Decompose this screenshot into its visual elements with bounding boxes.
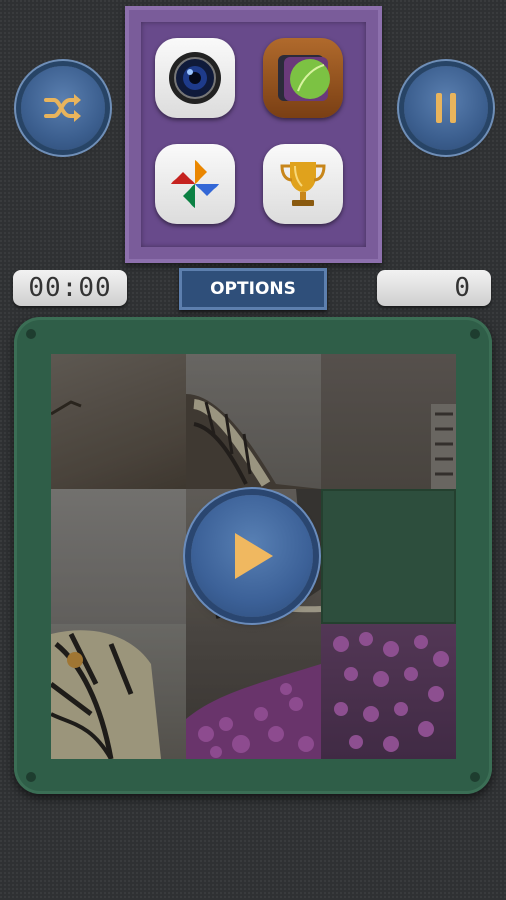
frame-bolt — [26, 772, 36, 782]
gallery-app-button[interactable] — [263, 38, 343, 118]
play-icon — [235, 533, 273, 579]
camera-app-button[interactable] — [155, 38, 235, 118]
shuffle-icon — [44, 94, 81, 122]
timer-display: 00:00 — [13, 270, 127, 306]
puzzle-tile[interactable] — [186, 354, 321, 489]
frame-bolt — [470, 772, 480, 782]
puzzle-tile[interactable] — [321, 624, 456, 759]
trophy-icon — [280, 162, 326, 206]
puzzle-tile[interactable] — [186, 624, 321, 759]
play-button[interactable] — [191, 495, 313, 617]
puzzle-tile[interactable] — [51, 489, 186, 624]
photos-app-button[interactable] — [155, 144, 235, 224]
app-menu-inner — [141, 22, 366, 247]
trophy-app-button[interactable] — [263, 144, 343, 224]
pause-icon — [436, 93, 456, 123]
frame-bolt — [26, 329, 36, 339]
puzzle-tile[interactable] — [51, 624, 186, 759]
pinwheel-photos-icon — [171, 160, 219, 208]
move-counter: 0 — [377, 270, 491, 306]
puzzle-tile[interactable] — [51, 354, 186, 489]
shuffle-button[interactable] — [21, 66, 105, 150]
pause-button[interactable] — [404, 66, 488, 150]
frame-bolt — [470, 329, 480, 339]
app-menu-panel — [125, 6, 382, 263]
options-button[interactable]: OPTIONS — [179, 268, 327, 310]
camera-lens-icon — [169, 52, 221, 104]
puzzle-tile[interactable] — [321, 354, 456, 489]
puzzle-empty-slot — [321, 489, 456, 624]
leaf-gallery-icon — [278, 55, 330, 101]
